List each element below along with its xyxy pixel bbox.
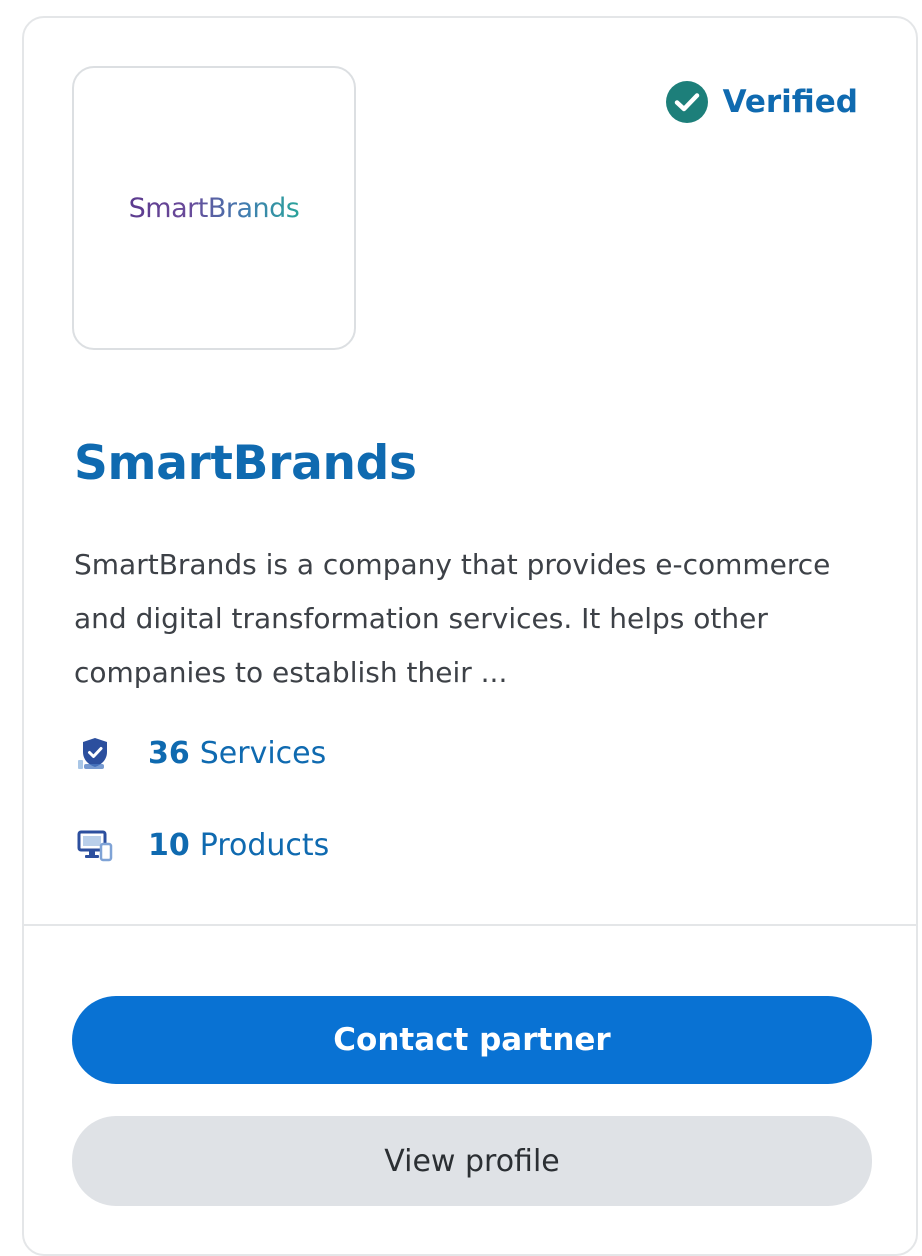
partner-card: SmartBrands Verified SmartBrands SmartBr… bbox=[22, 16, 918, 1256]
partner-description: SmartBrands is a company that provides e… bbox=[74, 548, 831, 689]
verified-badge: Verified bbox=[665, 80, 858, 124]
card-divider bbox=[24, 924, 916, 926]
check-circle-icon bbox=[665, 81, 708, 123]
services-label: Services bbox=[199, 735, 327, 771]
services-shield-icon bbox=[78, 738, 107, 769]
services-count: 36 bbox=[148, 735, 190, 771]
partner-logo-text: SmartBrands bbox=[128, 192, 300, 224]
view-profile-button[interactable]: View profile bbox=[72, 1116, 872, 1206]
products-label: Products bbox=[199, 827, 330, 863]
products-count: 10 bbox=[148, 827, 190, 863]
services-stat[interactable]: 36 Services bbox=[76, 734, 326, 772]
partner-logo: SmartBrands bbox=[72, 66, 356, 350]
contact-partner-button[interactable]: Contact partner bbox=[72, 996, 872, 1084]
products-monitor-icon bbox=[77, 830, 113, 862]
partner-name-link[interactable]: SmartBrands bbox=[74, 436, 417, 491]
products-stat[interactable]: 10 Products bbox=[76, 826, 329, 864]
verified-label: Verified bbox=[722, 84, 858, 120]
